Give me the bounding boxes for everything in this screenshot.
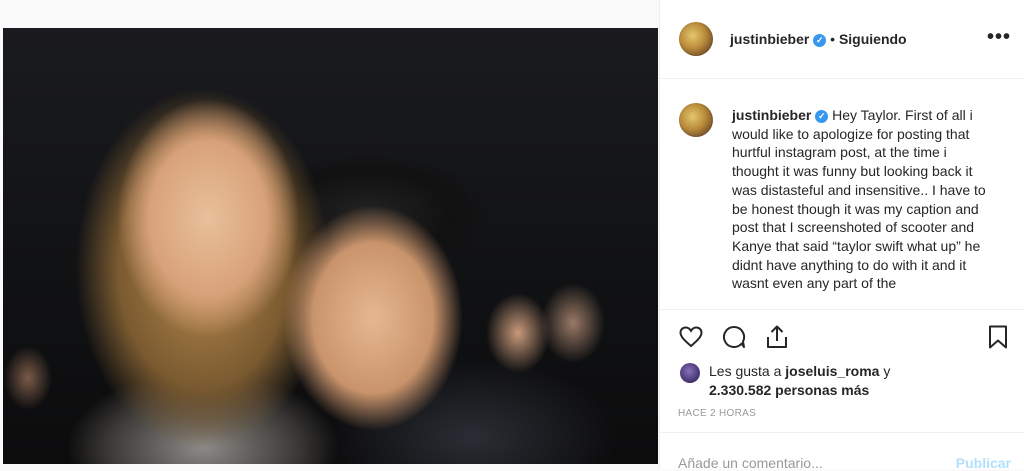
caption-text: Hey Taylor. First of all i would like to… bbox=[732, 107, 986, 292]
likes-conj: y bbox=[883, 363, 891, 379]
caption-section: justinbieber ✓ Hey Taylor. First of all … bbox=[660, 79, 1024, 310]
comment-bar: Añade un comentario... Publicar bbox=[660, 432, 1024, 471]
post-side-panel: justinbieber ✓ • Siguiendo ••• justinbie… bbox=[659, 0, 1024, 471]
bookmark-icon[interactable] bbox=[985, 324, 1011, 350]
liker-username[interactable]: joseluis_roma bbox=[785, 363, 879, 379]
heart-icon[interactable] bbox=[678, 324, 704, 350]
post-timestamp[interactable]: HACE 2 HORAS bbox=[678, 408, 756, 419]
likes-text: Les gusta a joseluis_roma y 2.330.582 pe… bbox=[709, 362, 959, 400]
follow-separator: • bbox=[830, 31, 836, 47]
action-bar bbox=[660, 310, 1024, 360]
author-username[interactable]: justinbieber bbox=[730, 31, 809, 47]
likes-count[interactable]: 2.330.582 personas más bbox=[709, 382, 869, 398]
post-header: justinbieber ✓ • Siguiendo ••• bbox=[660, 0, 1024, 79]
caption: justinbieber ✓ Hey Taylor. First of all … bbox=[732, 106, 994, 293]
verified-badge-icon: ✓ bbox=[813, 34, 827, 47]
header-line: justinbieber ✓ • Siguiendo bbox=[730, 31, 907, 47]
post-photo[interactable] bbox=[3, 28, 658, 464]
share-icon[interactable] bbox=[764, 324, 790, 350]
more-options-icon[interactable]: ••• bbox=[987, 26, 1011, 49]
likes-prefix: Les gusta a bbox=[709, 363, 782, 379]
verified-badge-icon: ✓ bbox=[815, 110, 829, 123]
caption-author-avatar[interactable] bbox=[679, 103, 713, 137]
caption-username[interactable]: justinbieber bbox=[732, 107, 811, 123]
author-avatar[interactable] bbox=[679, 22, 713, 56]
following-button[interactable]: Siguiendo bbox=[839, 31, 907, 47]
comment-bubble-icon[interactable] bbox=[721, 324, 747, 350]
liker-avatar[interactable] bbox=[680, 363, 700, 383]
